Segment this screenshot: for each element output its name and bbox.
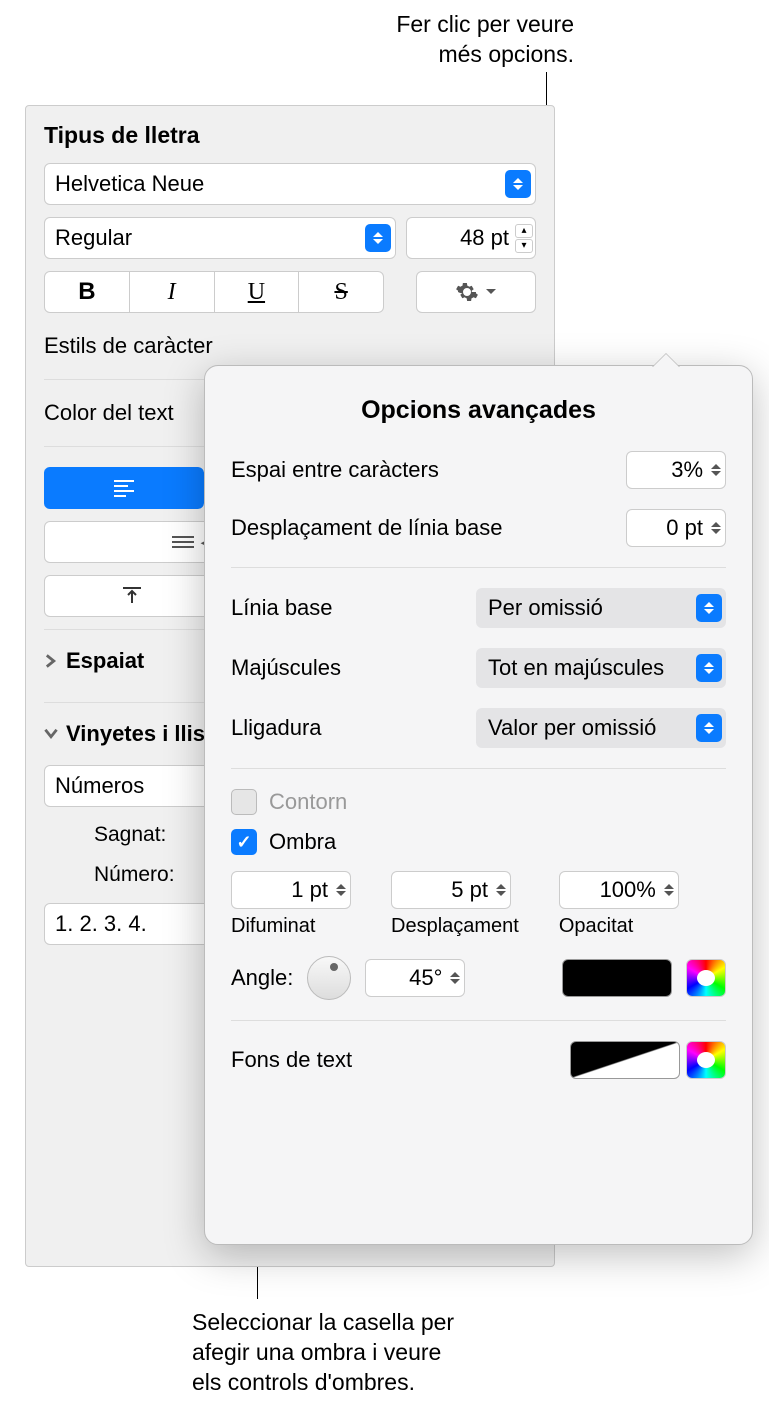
outline-checkbox[interactable] [231, 789, 257, 815]
bold-button[interactable]: B [45, 272, 130, 312]
font-style-select[interactable]: Regular [44, 217, 396, 259]
char-styles-label: Estils de caràcter [44, 333, 536, 359]
shadow-checkbox[interactable] [231, 829, 257, 855]
angle-value: 45° [376, 965, 446, 991]
stepper-arrows-icon [336, 883, 346, 897]
updown-arrows-icon [505, 170, 531, 198]
divider [231, 567, 726, 568]
font-family-value: Helvetica Neue [55, 171, 505, 197]
blur-stepper[interactable]: 1 pt [231, 871, 351, 909]
stepper-arrows-icon [711, 463, 721, 477]
ligature-label: Lligadura [231, 715, 322, 741]
offset-label: Desplaçament [391, 915, 519, 938]
baseline-select[interactable]: Per omissió [476, 588, 726, 628]
updown-arrows-icon [696, 654, 722, 682]
chevron-down-icon [44, 727, 58, 741]
chevron-right-icon [44, 654, 58, 668]
align-left-icon [114, 480, 134, 497]
chevron-down-icon [485, 288, 497, 296]
char-spacing-label: Espai entre caràcters [231, 457, 439, 483]
baseline-label: Línia base [231, 595, 333, 621]
baseline-value: Per omissió [488, 595, 696, 621]
align-left-button[interactable] [44, 467, 204, 509]
font-size-value: 48 pt [417, 225, 515, 251]
color-picker-button[interactable] [686, 959, 726, 997]
stepper-arrows-icon [664, 883, 674, 897]
callout-top: Fer clic per veure més opcions. [396, 10, 574, 70]
font-section-title: Tipus de lletra [44, 122, 536, 149]
updown-arrows-icon [696, 594, 722, 622]
stepper-arrows-icon [450, 971, 460, 985]
opacity-value: 100% [570, 877, 660, 903]
char-spacing-value: 3% [637, 457, 707, 483]
updown-arrows-icon [365, 224, 391, 252]
vertical-align-top-button[interactable] [44, 575, 214, 617]
opacity-stepper[interactable]: 100% [559, 871, 679, 909]
caps-select[interactable]: Tot en majúscules [476, 648, 726, 688]
angle-dial[interactable] [307, 956, 351, 1000]
offset-stepper[interactable]: 5 pt [391, 871, 511, 909]
italic-button[interactable]: I [130, 272, 215, 312]
outline-label: Contorn [269, 789, 347, 815]
callout-bottom: Seleccionar la casella per afegir una om… [192, 1308, 454, 1398]
strikethrough-button[interactable]: S [299, 272, 383, 312]
updown-arrows-icon [696, 714, 722, 742]
stepper-arrows-icon [711, 521, 721, 535]
shadow-color-swatch[interactable] [562, 959, 672, 997]
baseline-shift-stepper[interactable]: 0 pt [626, 509, 726, 547]
divider [231, 1020, 726, 1021]
baseline-shift-label: Desplaçament de línia base [231, 515, 503, 541]
ligature-select[interactable]: Valor per omissió [476, 708, 726, 748]
text-style-segmented: B I U S [44, 271, 384, 313]
underline-button[interactable]: U [215, 272, 300, 312]
baseline-shift-value: 0 pt [637, 515, 707, 541]
caps-label: Majúscules [231, 655, 341, 681]
font-style-value: Regular [55, 225, 365, 251]
gear-icon [455, 280, 479, 304]
alignment-segmented [44, 467, 204, 509]
text-bg-label: Fons de text [231, 1047, 352, 1073]
opacity-label: Opacitat [559, 915, 633, 938]
angle-label: Angle: [231, 965, 293, 991]
angle-stepper[interactable]: 45° [365, 959, 465, 997]
blur-value: 1 pt [242, 877, 332, 903]
text-bg-swatch[interactable] [570, 1041, 680, 1079]
ligature-value: Valor per omissió [488, 715, 696, 741]
caps-value: Tot en majúscules [488, 655, 696, 681]
font-size-stepper[interactable]: 48 pt ▴▾ [406, 217, 536, 259]
advanced-options-popover: Opcions avançades Espai entre caràcters … [204, 365, 753, 1245]
popover-title: Opcions avançades [231, 396, 726, 425]
shadow-label: Ombra [269, 829, 336, 855]
stepper-arrows-icon [496, 883, 506, 897]
color-picker-button[interactable] [686, 1041, 726, 1079]
align-top-icon [121, 585, 143, 607]
font-family-select[interactable]: Helvetica Neue [44, 163, 536, 205]
spacing-label: Espaiat [66, 648, 144, 674]
divider [231, 768, 726, 769]
char-spacing-stepper[interactable]: 3% [626, 451, 726, 489]
offset-value: 5 pt [402, 877, 492, 903]
blur-label: Difuminat [231, 915, 315, 938]
advanced-options-button[interactable] [416, 271, 536, 313]
outdent-icon [172, 536, 194, 548]
stepper-arrows-icon: ▴▾ [515, 224, 533, 253]
